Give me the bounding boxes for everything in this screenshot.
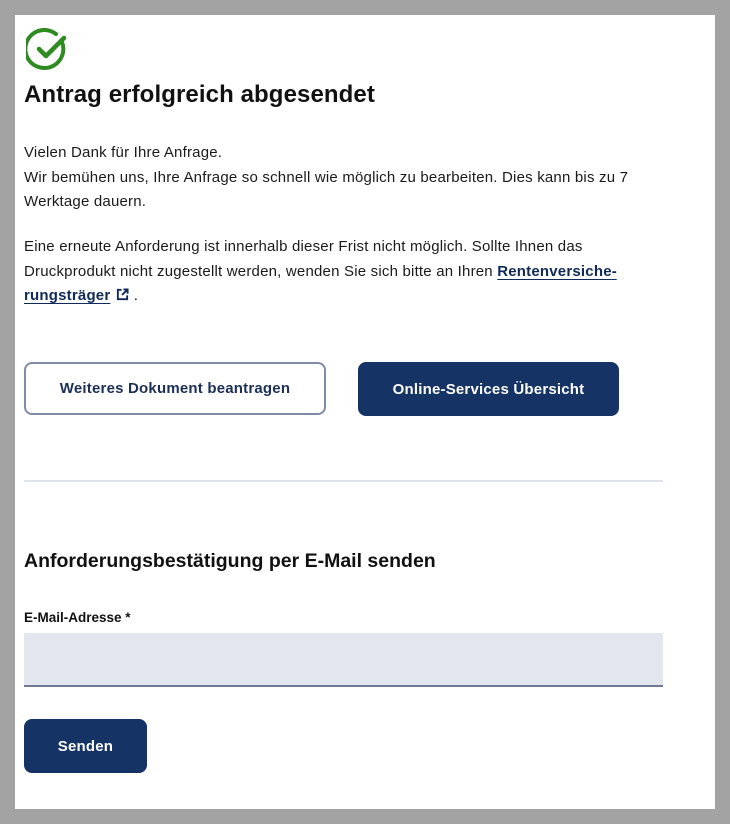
- send-button[interactable]: Senden: [24, 719, 147, 773]
- section-divider: [24, 480, 663, 482]
- request-another-document-button[interactable]: Weiteres Dokument beantragen: [24, 362, 326, 415]
- page-title: Antrag erfolgreich abgesendet: [24, 81, 375, 108]
- thank-you-line: Vielen Dank für Ihre Anfrage.: [24, 144, 223, 161]
- email-confirmation-heading: Anforderungsbestätigung per E-Mail sende…: [24, 550, 436, 572]
- online-services-overview-button[interactable]: Online-Services Übersicht: [358, 362, 619, 416]
- processing-info: Wir bemühen uns, Ihre Anfrage so schnell…: [24, 168, 629, 211]
- thank-you-text: Vielen Dank für Ihre Anfrage. Wir bemühe…: [24, 141, 664, 215]
- resubmission-info: Eine erneute Anforderung ist innerhalb d…: [24, 235, 664, 309]
- check-circle-icon: [26, 28, 67, 70]
- confirmation-panel: Antrag erfolgreich abgesendet Vielen Dan…: [15, 15, 715, 809]
- email-field[interactable]: [24, 633, 663, 687]
- external-link-icon: [117, 288, 129, 301]
- email-field-label: E-Mail-Adresse *: [24, 610, 131, 625]
- sentence-end: .: [129, 287, 139, 304]
